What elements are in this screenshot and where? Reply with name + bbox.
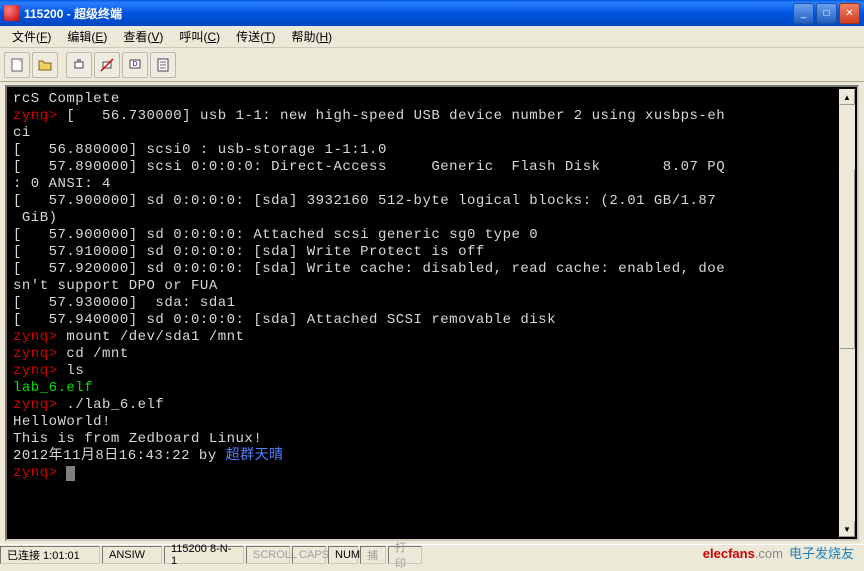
menu-help[interactable]: 帮助(H)	[283, 26, 340, 47]
menu-file[interactable]: 文件(F)	[4, 26, 59, 47]
terminal-line: lab_6.elf	[13, 380, 833, 397]
terminal-line: HelloWorld!	[13, 414, 833, 431]
menu-view[interactable]: 查看(V)	[115, 26, 171, 47]
terminal[interactable]: rcS Completezynq> [ 56.730000] usb 1-1: …	[9, 89, 837, 537]
svg-text:D: D	[132, 61, 137, 68]
terminal-line: zynq>	[13, 465, 833, 482]
connect-button[interactable]	[66, 52, 92, 78]
window-title: 115200 - 超级终端	[24, 5, 793, 22]
status-params: 115200 8-N-1	[164, 546, 244, 564]
terminal-line: [ 57.900000] sd 0:0:0:0: Attached scsi g…	[13, 227, 833, 244]
terminal-line: : 0 ANSI: 4	[13, 176, 833, 193]
statusbar: 已连接 1:01:01 ANSIW 115200 8-N-1 SCROLL CA…	[0, 544, 864, 564]
menu-transfer[interactable]: 传送(T)	[228, 26, 283, 47]
terminal-line: [ 57.900000] sd 0:0:0:0: [sda] 3932160 5…	[13, 193, 833, 210]
terminal-line: zynq> [ 56.730000] usb 1-1: new high-spe…	[13, 108, 833, 125]
terminal-line: 2012年11月8日16:43:22 by 超群天晴	[13, 448, 833, 465]
terminal-border: rcS Completezynq> [ 56.730000] usb 1-1: …	[5, 85, 859, 541]
menu-call[interactable]: 呼叫(C)	[171, 26, 228, 47]
status-capture: 捕	[360, 546, 386, 564]
terminal-line: [ 57.940000] sd 0:0:0:0: [sda] Attached …	[13, 312, 833, 329]
open-file-button[interactable]	[32, 52, 58, 78]
terminal-line: zynq> mount /dev/sda1 /mnt	[13, 329, 833, 346]
scroll-down-button[interactable]: ▼	[839, 521, 855, 537]
status-connected: 已连接 1:01:01	[0, 546, 100, 564]
properties-button[interactable]	[150, 52, 176, 78]
terminal-line: [ 57.910000] sd 0:0:0:0: [sda] Write Pro…	[13, 244, 833, 261]
terminal-line: [ 56.880000] scsi0 : usb-storage 1-1:1.0	[13, 142, 833, 159]
menubar: 文件(F) 编辑(E) 查看(V) 呼叫(C) 传送(T) 帮助(H)	[0, 26, 864, 48]
scroll-thumb[interactable]	[839, 169, 855, 349]
terminal-line: zynq> cd /mnt	[13, 346, 833, 363]
watermark: elecfans.com 电子发烧友	[703, 543, 854, 562]
menu-edit[interactable]: 编辑(E)	[59, 26, 115, 47]
terminal-line: GiB)	[13, 210, 833, 227]
maximize-button[interactable]: □	[816, 3, 837, 24]
minimize-button[interactable]: _	[793, 3, 814, 24]
terminal-line: sn't support DPO or FUA	[13, 278, 833, 295]
terminal-line: [ 57.890000] scsi 0:0:0:0: Direct-Access…	[13, 159, 833, 176]
app-icon	[4, 5, 20, 21]
toolbar: D	[0, 48, 864, 82]
terminal-line: This is from Zedboard Linux!	[13, 431, 833, 448]
send-button[interactable]: D	[122, 52, 148, 78]
status-scroll: SCROLL	[246, 546, 290, 564]
window-controls: _ □ ✕	[793, 3, 860, 24]
terminal-line: zynq> ls	[13, 363, 833, 380]
titlebar: 115200 - 超级终端 _ □ ✕	[0, 0, 864, 26]
close-button[interactable]: ✕	[839, 3, 860, 24]
watermark-brand: elecfans	[703, 546, 755, 561]
cursor	[66, 466, 75, 481]
watermark-cn: 电子发烧友	[789, 546, 854, 561]
scrollbar[interactable]: ▲ ▼	[839, 89, 855, 537]
new-file-button[interactable]	[4, 52, 30, 78]
terminal-container: rcS Completezynq> [ 56.730000] usb 1-1: …	[2, 82, 862, 544]
terminal-line: rcS Complete	[13, 91, 833, 108]
status-print: 打印	[388, 546, 422, 564]
status-emulation: ANSIW	[102, 546, 162, 564]
scroll-up-button[interactable]: ▲	[839, 89, 855, 105]
terminal-line: [ 57.920000] sd 0:0:0:0: [sda] Write cac…	[13, 261, 833, 278]
disconnect-button[interactable]	[94, 52, 120, 78]
status-num: NUM	[328, 546, 358, 564]
terminal-line: ci	[13, 125, 833, 142]
watermark-domain: .com	[755, 546, 783, 561]
terminal-line: [ 57.930000] sda: sda1	[13, 295, 833, 312]
status-caps: CAPS	[292, 546, 326, 564]
terminal-line: zynq> ./lab_6.elf	[13, 397, 833, 414]
